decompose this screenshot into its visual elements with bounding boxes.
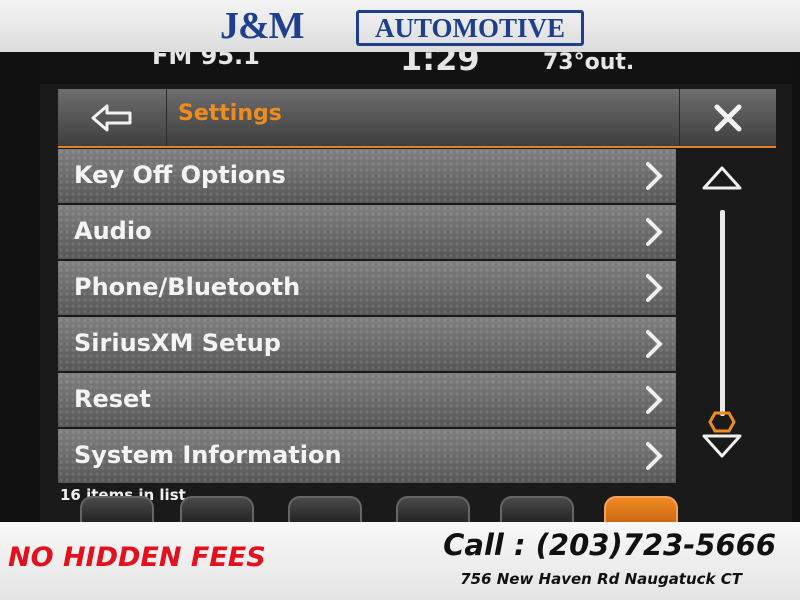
slogan: NO HIDDEN FEES [8, 542, 266, 573]
close-button[interactable] [679, 89, 776, 146]
menu-item-siriusxm-setup[interactable]: SiriusXM Setup [58, 317, 676, 371]
scroll-up-icon[interactable] [700, 162, 744, 192]
menu-item-audio[interactable]: Audio [58, 205, 676, 259]
menu-item-label: Phone/Bluetooth [74, 273, 301, 301]
outside-temperature: 73°out. [543, 52, 635, 75]
scroll-thumb[interactable] [708, 410, 736, 434]
page-title: Settings [178, 101, 282, 126]
dealer-banner: J&M AUTOMOTIVE [0, 0, 800, 52]
chevron-right-icon [646, 162, 663, 190]
menu-item-phone-bluetooth[interactable]: Phone/Bluetooth [58, 261, 676, 315]
status-bar: FM 95.1 1:29 73°out. [40, 52, 792, 84]
bottom-nav-bar [40, 496, 792, 524]
scroll-down-icon[interactable] [700, 432, 744, 462]
nav-button-1[interactable] [80, 496, 154, 524]
dealer-address: 756 New Haven Rd Naugatuck CT [460, 570, 742, 588]
dealer-footer: NO HIDDEN FEES Call : (203)723-5666 756 … [0, 522, 800, 600]
infotainment-screen: FM 95.1 1:29 73°out. Settings Key Off Op… [40, 52, 792, 522]
back-arrow-icon [91, 104, 132, 131]
menu-item-label: Key Off Options [74, 161, 286, 189]
nav-button-4[interactable] [396, 496, 470, 524]
menu-item-label: Reset [74, 385, 151, 413]
menu-item-label: Audio [74, 217, 152, 245]
chevron-right-icon [646, 330, 663, 358]
radio-station[interactable]: FM 95.1 [152, 52, 260, 70]
menu-item-reset[interactable]: Reset [58, 373, 676, 427]
close-icon [714, 104, 742, 131]
nav-button-5[interactable] [500, 496, 574, 524]
chevron-right-icon [646, 386, 663, 414]
menu-item-label: SiriusXM Setup [74, 329, 281, 357]
scrollbar[interactable] [692, 162, 756, 462]
settings-list: Key Off Options Audio Phone/Bluetooth Si… [58, 149, 676, 485]
nav-button-settings[interactable] [604, 496, 678, 524]
dealer-logo-automotive: AUTOMOTIVE [356, 10, 584, 46]
chevron-right-icon [646, 442, 663, 470]
nav-button-3[interactable] [288, 496, 362, 524]
menu-item-label: System Information [74, 441, 342, 469]
chevron-right-icon [646, 218, 663, 246]
menu-item-key-off-options[interactable]: Key Off Options [58, 149, 676, 203]
clock: 1:29 [400, 52, 480, 78]
settings-header: Settings [58, 89, 776, 148]
scroll-track[interactable] [720, 210, 725, 416]
menu-item-system-information[interactable]: System Information [58, 429, 676, 483]
dealer-logo-jm: J&M [220, 5, 305, 47]
chevron-right-icon [646, 274, 663, 302]
dealer-phone: Call : (203)723-5666 [443, 528, 776, 562]
nav-button-2[interactable] [180, 496, 254, 524]
back-button[interactable] [58, 89, 167, 146]
